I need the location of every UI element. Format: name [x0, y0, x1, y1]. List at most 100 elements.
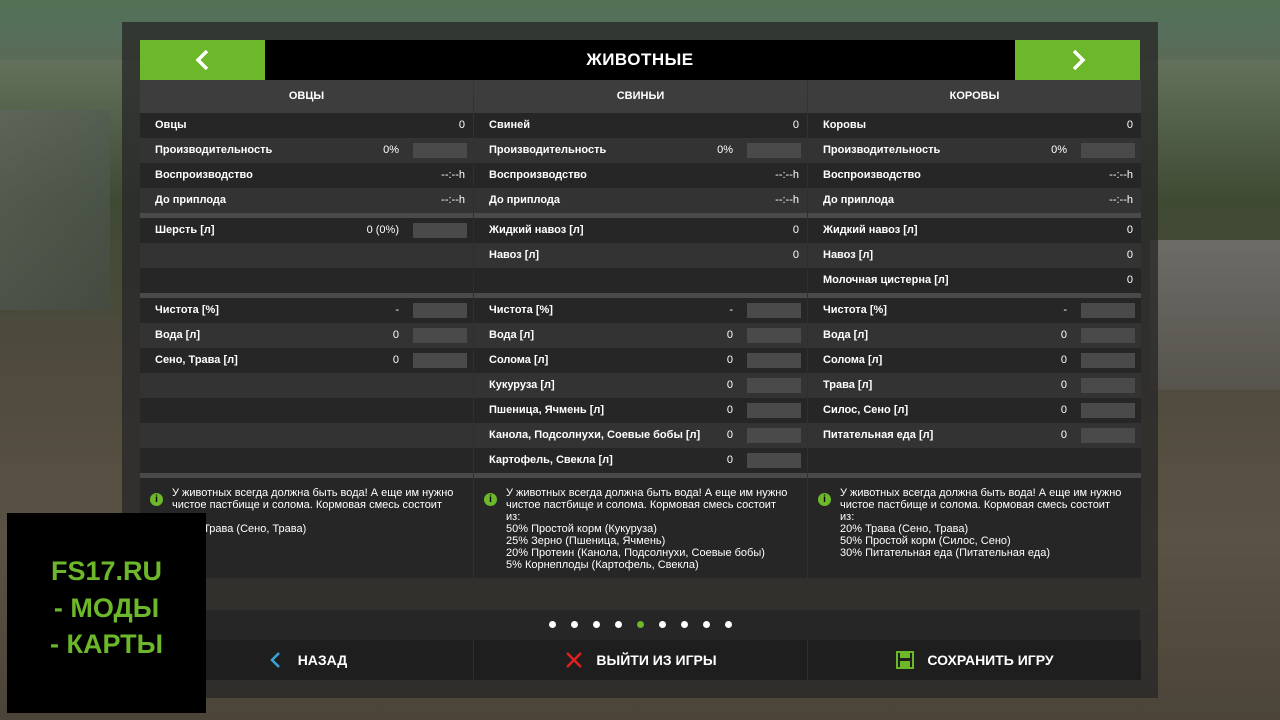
animals-menu: ЖИВОТНЫЕ ОВЦЫ Овцы 0 Производительность 0% Во…: [140, 40, 1141, 680]
stat-label: Солома [л]: [823, 354, 883, 366]
info-icon: i: [818, 493, 831, 506]
level-bar: [413, 143, 467, 158]
stat-label: До приплода: [489, 194, 561, 206]
page-dot[interactable]: [724, 621, 732, 628]
info-line: 50% Простой корм (Кукуруза): [506, 523, 657, 535]
stat-value: 0%: [383, 144, 399, 156]
info-line: 25% Зерно (Пшеница, Ячмень): [506, 535, 666, 547]
stat-label: Воспроизводство: [155, 169, 253, 181]
quit-game-button[interactable]: ВЫЙТИ ИЗ ИГРЫ: [474, 640, 807, 680]
stat-row: Производительность 0%: [140, 138, 473, 163]
page-dot[interactable]: [680, 621, 688, 628]
level-bar: [1081, 353, 1135, 368]
level-bar: [413, 328, 467, 343]
stat-row: Солома [л] 0: [808, 348, 1141, 373]
stat-label: Воспроизводство: [823, 169, 921, 181]
stat-value: 0 (0%): [366, 224, 399, 236]
animal-column: СВИНЬИ Свиней 0 Производительность 0% Воспрои…: [474, 80, 807, 578]
info-line: чистое пастбище и солома. Кормовая смесь…: [840, 499, 1110, 511]
stat-row: Жидкий навоз [л] 0: [808, 218, 1141, 243]
close-icon: [566, 652, 583, 668]
column-header: СВИНЬИ: [474, 80, 807, 113]
stat-label: Солома [л]: [489, 354, 549, 366]
column-header: ОВЦЫ: [140, 80, 473, 113]
stat-label: Жидкий навоз [л]: [823, 224, 918, 236]
stat-value: --:--h: [775, 169, 799, 181]
empty-row: [140, 448, 473, 473]
info-icon: i: [150, 493, 163, 506]
stat-value: --:--h: [1109, 194, 1133, 206]
page-dot[interactable]: [548, 621, 556, 628]
level-bar: [747, 353, 801, 368]
level-bar: [1081, 403, 1135, 418]
info-text: У животных всегда должна быть вода! А ещ…: [840, 487, 1140, 559]
stat-value: 0: [792, 249, 799, 261]
stat-row: Вода [л] 0: [808, 323, 1141, 348]
stat-label: Производительность: [155, 144, 273, 156]
stat-label: Молочная цистерна [л]: [823, 274, 949, 286]
info-line: 20% Трава (Сено, Трава): [840, 523, 969, 535]
stat-row: Питательная еда [л] 0: [808, 423, 1141, 448]
stat-value: 0: [1126, 119, 1133, 131]
watermark-line: - МОДЫ: [53, 593, 160, 623]
stat-row: Картофель, Свекла [л] 0: [474, 448, 807, 473]
stat-value: 0: [1060, 404, 1067, 416]
page-indicator: [140, 610, 1140, 640]
info-icon: i: [484, 493, 497, 506]
stat-value: 0: [1060, 379, 1067, 391]
level-bar: [413, 303, 467, 318]
info-line: У животных всегда должна быть вода! А ещ…: [172, 487, 454, 499]
stat-value: 0: [1060, 329, 1067, 341]
stat-row: Жидкий навоз [л] 0: [474, 218, 807, 243]
stat-value: 0: [726, 429, 733, 441]
stat-value: -: [1063, 304, 1067, 316]
feeding-info: i У животных всегда должна быть вода! А е…: [808, 478, 1141, 578]
page-dot[interactable]: [702, 621, 710, 628]
stat-row: Вода [л] 0: [474, 323, 807, 348]
empty-row: [140, 243, 473, 268]
info-line: 100% Трава (Сено, Трава): [172, 523, 307, 535]
stat-row: До приплода --:--h: [474, 188, 807, 213]
feeding-info: i У животных всегда должна быть вода! А е…: [474, 478, 807, 578]
info-line: 50% Простой корм (Силос, Сено): [840, 535, 1011, 547]
next-page-button[interactable]: [1015, 40, 1140, 80]
stat-label: Производительность: [489, 144, 607, 156]
page-dot[interactable]: [570, 621, 578, 628]
stat-row: Чистота [%] -: [140, 298, 473, 323]
page-dot[interactable]: [636, 621, 644, 628]
level-bar: [747, 328, 801, 343]
stat-label: Пшеница, Ячмень [л]: [489, 404, 605, 416]
stat-label: Производительность: [823, 144, 941, 156]
stat-row: До приплода --:--h: [808, 188, 1141, 213]
level-bar: [413, 223, 467, 238]
stat-value: 0: [726, 329, 733, 341]
stat-row: Сено, Трава [л] 0: [140, 348, 473, 373]
info-text: У животных всегда должна быть вода! А ещ…: [172, 487, 472, 535]
stat-value: --:--h: [441, 194, 465, 206]
page-dot[interactable]: [658, 621, 666, 628]
stat-value: 0: [726, 379, 733, 391]
page-dot[interactable]: [614, 621, 622, 628]
save-label: СОХРАНИТЬ ИГРУ: [927, 652, 1054, 668]
stat-row: Производительность 0%: [474, 138, 807, 163]
prev-page-button[interactable]: [140, 40, 265, 80]
stat-value: 0: [458, 119, 465, 131]
level-bar: [1081, 428, 1135, 443]
stat-value: 0: [1060, 429, 1067, 441]
stat-row: Шерсть [л] 0 (0%): [140, 218, 473, 243]
background-house: [0, 110, 110, 310]
stat-value: 0: [792, 224, 799, 236]
watermark-line: FS17.RU: [50, 556, 163, 586]
save-game-button[interactable]: СОХРАНИТЬ ИГРУ: [808, 640, 1141, 680]
page-dot[interactable]: [592, 621, 600, 628]
info-line: чистое пастбище и солома. Кормовая смесь…: [506, 499, 776, 511]
stat-row: Пшеница, Ячмень [л] 0: [474, 398, 807, 423]
stat-value: -: [395, 304, 399, 316]
stat-row: Кукуруза [л] 0: [474, 373, 807, 398]
stat-row: Вода [л] 0: [140, 323, 473, 348]
info-line: 20% Протеин (Канола, Подсолнухи, Соевые …: [506, 547, 765, 559]
stat-label: Навоз [л]: [823, 249, 874, 261]
floppy-disk-icon: [896, 651, 915, 669]
stat-row: Свиней 0: [474, 113, 807, 138]
watermark-line: - КАРТЫ: [49, 629, 164, 659]
